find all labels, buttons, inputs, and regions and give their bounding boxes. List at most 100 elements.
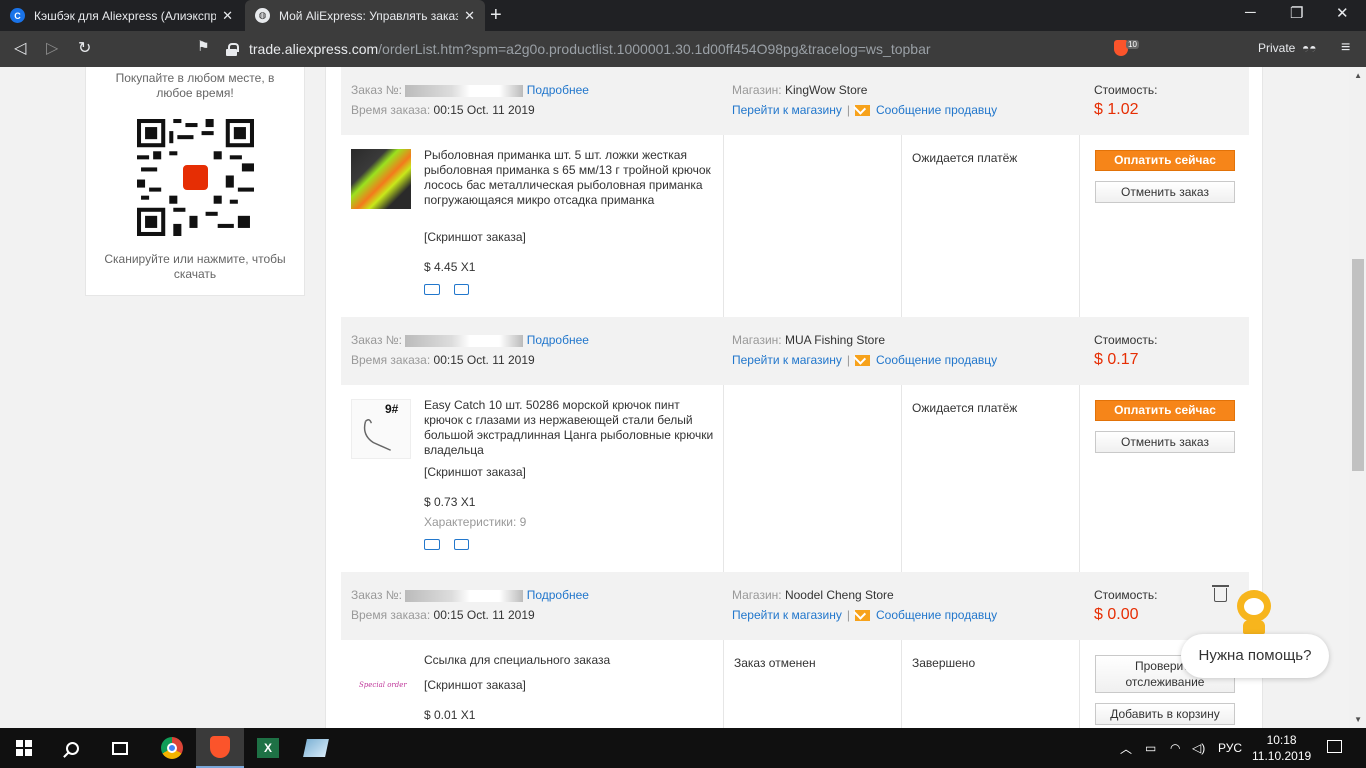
maximize-icon[interactable]: ❐ [1290,4,1303,22]
pay-now-button[interactable]: Оплатить сейчас [1095,150,1235,171]
trash-icon[interactable] [1212,585,1229,602]
go-to-store-link[interactable]: Перейти к магазину [732,353,842,367]
wifi-icon[interactable]: ◠ [1170,728,1180,768]
column-divider [1079,135,1080,317]
start-button[interactable] [0,728,48,768]
notifications-icon[interactable] [1327,740,1342,753]
product-thumbnail[interactable]: Special order [351,654,411,714]
message-seller-link[interactable]: Сообщение продавцу [876,608,997,622]
go-to-store-link[interactable]: Перейти к магазину [732,608,842,622]
order-time-label: Время заказа: [351,353,431,367]
order-no-label: Заказ №: [351,83,403,97]
shipping-truck-icon[interactable] [424,284,440,295]
app-download-card: Покупайте в любом месте, в любое время! [85,67,305,296]
url-field[interactable]: trade.aliexpress.com/orderList.htm?spm=a… [226,35,1146,63]
shield-count-badge: 10 [1126,40,1139,49]
chrome-taskbar-button[interactable] [148,728,196,768]
item-price-qty: $ 0.73 X1 [424,495,476,509]
specs-value: 9 [519,515,527,529]
tab-aliexpress-orders[interactable]: ◍ Мой AliExpress: Управлять заказа ✕ [245,0,485,31]
separator: | [846,353,850,367]
column-divider [723,135,724,317]
product-title-link[interactable]: Easy Catch 10 шт. 50286 морской крючок п… [424,398,714,458]
message-seller-link[interactable]: Сообщение продавцу [876,353,997,367]
clock-date: 11.10.2019 [1252,749,1312,763]
window-close-icon[interactable]: ✕ [1336,4,1349,22]
bookmark-icon[interactable]: ⚑ [197,38,210,55]
assistant-avatar[interactable] [1231,586,1277,634]
reload-icon[interactable]: ↻ [78,38,91,58]
close-icon[interactable]: ✕ [464,8,475,24]
order-status: Ожидается платёж [912,401,1018,415]
scroll-down-icon[interactable]: ▼ [1354,715,1362,724]
menu-icon[interactable]: ≡ [1341,39,1350,57]
task-view-icon [112,741,128,755]
item-price-qty: $ 0.01 X1 [424,708,476,722]
notes-taskbar-button[interactable] [292,728,340,768]
message-seller-link[interactable]: Сообщение продавцу [876,103,997,117]
cost-label: Стоимость: [1094,588,1158,602]
go-to-store-link[interactable]: Перейти к магазину [732,103,842,117]
help-bubble[interactable]: Нужна помощь? [1181,634,1329,678]
details-link[interactable]: Подробнее [527,83,589,97]
search-button[interactable] [48,728,96,768]
thumb-hook-label: 9# [385,402,399,416]
return-icon[interactable] [454,539,469,550]
add-to-cart-button[interactable]: Добавить в корзину [1095,703,1235,725]
cancel-order-button[interactable]: Отменить заказ [1095,181,1235,203]
back-icon[interactable]: ◁ [14,38,26,58]
pay-now-button[interactable]: Оплатить сейчас [1095,400,1235,421]
special-order-thumb-text: Special order [359,681,407,689]
new-tab-icon[interactable]: + [490,4,502,27]
tray-overflow-icon[interactable]: ︿ [1120,728,1132,768]
qr-code[interactable] [136,119,254,236]
minimize-icon[interactable]: ─ [1245,4,1256,21]
volume-icon[interactable]: ◁) [1192,728,1205,768]
separator: | [846,103,850,117]
scroll-up-icon[interactable]: ▲ [1354,71,1362,80]
tab-title: Кэшбэк для Aliexpress (Алиэкспре [34,8,217,23]
cancel-order-button[interactable]: Отменить заказ [1095,431,1235,453]
notes-icon [303,739,329,757]
product-thumbnail[interactable]: 9# [351,399,411,459]
order-screenshot-link[interactable]: [Скриншот заказа] [424,230,526,244]
brave-taskbar-button[interactable] [196,728,244,768]
clock[interactable]: 10:18 11.10.2019 [1252,732,1311,764]
store-label: Магазин: [732,83,782,97]
tab-cashback[interactable]: C Кэшбэк для Aliexpress (Алиэкспре ✕ [0,0,243,31]
scrollbar-thumb[interactable] [1352,259,1364,471]
shipping-truck-icon[interactable] [424,539,440,550]
return-icon[interactable] [454,284,469,295]
product-title-link[interactable]: Рыболовная приманка шт. 5 шт. ложки жест… [424,148,714,208]
order-screenshot-link[interactable]: [Скриншот заказа] [424,678,526,692]
store-label: Магазин: [732,588,782,602]
tab-title: Мой AliExpress: Управлять заказа [279,8,459,23]
chrome-icon [161,737,183,759]
order-header: Заказ №: Подробнее Время заказа: 00:15 O… [341,317,1249,385]
assistant-body [1243,620,1265,634]
column-divider [723,640,724,728]
task-view-button[interactable] [96,728,144,768]
battery-icon[interactable]: ▭ [1145,728,1156,768]
excel-taskbar-button[interactable]: X [244,728,292,768]
windows-taskbar: X ︿ ▭ ◠ ◁) РУС 10:18 11.10.2019 [0,728,1366,768]
scrollbar[interactable]: ▲ ▼ [1349,67,1366,728]
column-divider [723,385,724,572]
product-thumbnail[interactable] [351,149,411,209]
forward-icon[interactable]: ▷ [46,38,58,58]
specs-label: Характеристики: [424,515,517,529]
language-indicator[interactable]: РУС [1218,728,1242,768]
details-link[interactable]: Подробнее [527,333,589,347]
close-icon[interactable]: ✕ [222,8,233,24]
promo-top-text: Покупайте в любом месте, в любое время! [115,71,275,100]
details-link[interactable]: Подробнее [527,588,589,602]
order-body: 9# Easy Catch 10 шт. 50286 морской крючо… [341,385,1249,572]
search-icon [65,741,79,755]
order-time-label: Время заказа: [351,608,431,622]
column-divider [901,135,902,317]
cashback-favicon-icon: C [10,8,25,23]
product-title-link[interactable]: Ссылка для специального заказа [424,653,714,668]
store-name: MUA Fishing Store [784,333,886,347]
address-bar-area: ◁ ▷ ↻ ⚑ trade.aliexpress.com/orderList.h… [0,31,1366,67]
order-screenshot-link[interactable]: [Скриншот заказа] [424,465,526,479]
